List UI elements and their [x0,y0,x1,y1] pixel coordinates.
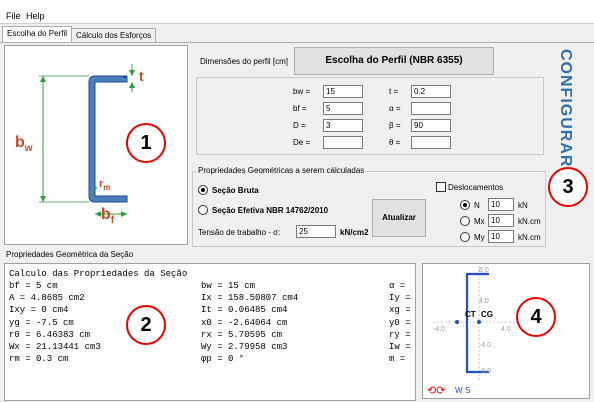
mx-input[interactable]: 10 [488,214,514,227]
mx-unit: kN.cm [518,217,541,226]
y-tick-1: 8.0 [479,267,489,274]
result-line: Iw = [389,342,411,353]
footer-s[interactable]: S [465,386,470,395]
theta-input[interactable] [411,136,451,149]
n-label: N [474,201,480,210]
label-alpha-field: α = [389,104,401,113]
y-tick-2: 4.0 [479,298,489,305]
label-bf: bf [101,206,115,227]
rotate-icon[interactable]: ⟲⟳ [427,384,445,397]
result-line: Wy = 2.79958 cm3 [201,342,288,353]
result-line: Ix = 158.50807 cm4 [201,293,299,304]
section-plot-panel: 8.0 4.0 -4.0 -8.0 -4.0 4.0 CT CG ⟲⟳ W S [422,263,590,399]
results-col-2: bw = 15 cm Ix = 158.50807 cm4 It = 0.06485… [201,280,298,365]
radio-my[interactable] [460,232,470,242]
radio-mx[interactable] [460,216,470,226]
result-line: y0 = [389,317,411,328]
result-line: xg = [389,305,411,316]
bf-input[interactable]: 5 [323,102,363,115]
tab-escolha-perfil[interactable]: Escolha do Perfil [2,26,73,42]
x-tick-2: 4.0 [501,326,511,333]
alpha-input[interactable] [411,102,451,115]
radio-secao-efetiva[interactable] [198,205,208,215]
secao-bruta-label: Seção Bruta [212,186,259,195]
result-line: bf = 5 cm [9,281,58,291]
dims-group: bw = 15 bf = 5 D = 3 De = t = 0.2 α = β … [196,77,544,155]
results-col-1: bf = 5 cm A = 4.8685 cm2 Ixy = 0 cm4 yg = -… [9,280,101,365]
menu-help[interactable]: Help [26,11,45,21]
result-line: x0 = -2.64064 cm [201,317,288,328]
results-col-3: α = Iy = xg = y0 = ry = Iw = m = [389,280,411,365]
atualizar-button[interactable]: Atualizar [372,199,426,237]
result-line: yg = -7.5 cm [9,317,74,328]
profile-title: Escolha do Perfil (NBR 6355) [294,47,494,75]
configurar-button[interactable]: CONFIGURAR [556,49,574,167]
y-tick-3: -4.0 [479,342,492,349]
result-line: rm = 0.3 cm [9,354,69,365]
menu-bar: File Help [0,0,594,24]
tab-bar: Escolha do Perfil Cálculo dos Esforços [0,26,594,42]
tensao-unit: kN/cm2 [340,228,369,237]
radio-secao-bruta[interactable] [198,185,208,195]
label-t-field: t = [389,87,399,96]
my-unit: kN.cm [518,233,541,242]
radio-n[interactable] [460,200,470,210]
result-line: A = 4.8685 cm2 [9,293,85,304]
deslocamentos-checkbox[interactable] [436,182,446,192]
geom-group-title: Propriedades Geométricas a serem cálcula… [196,166,367,175]
result-line: r0 = 6.46383 cm [9,329,91,340]
tensao-input[interactable]: 25 [296,225,336,238]
menu-file[interactable]: File [6,11,21,21]
label-bw-field: bw = [293,87,311,96]
callout-4: 4 [516,297,556,337]
callout-2: 2 [126,305,166,345]
result-line: m = [389,354,406,365]
y-tick-4: -8.0 [479,368,492,375]
callout-1: 1 [126,123,166,163]
my-label: My [474,233,485,242]
footer-w[interactable]: W [455,386,463,395]
results-text-area[interactable]: Calculo das Propriedades da Seção bf = 5… [4,263,416,401]
result-line: α = [389,281,406,291]
result-line: Iy = [389,293,411,304]
n-unit: kN [518,201,528,210]
label-bw: bw [15,134,33,155]
result-line: Wx = 21.13441 cm3 [9,342,101,353]
mx-label: Mx [474,217,485,226]
main-content: t bw rm bf 1 Dimensões do perfil [cm] Es… [0,42,594,401]
deslocamentos-label: Deslocamentos [448,183,504,192]
label-bf-field: bf = [293,104,307,113]
label-de-field: De = [293,138,311,147]
de-input[interactable] [323,136,363,149]
x-tick-1: -4.0 [433,326,446,333]
label-t: t [139,68,144,84]
secao-efetiva-label: Seção Efetiva NBR 14762/2010 [212,206,329,215]
bw-input[interactable]: 15 [323,85,363,98]
cg-label: CG [481,310,493,319]
result-line: Ixy = 0 cm4 [9,305,69,316]
callout-3: 3 [548,167,588,207]
tensao-label: Tensão de trabalho - σ: [198,228,281,237]
result-line: It = 0.06485 cm4 [201,305,288,316]
dims-caption: Dimensões do perfil [cm] [200,57,289,66]
result-line: φp = 0 ° [201,354,245,365]
result-line: bw = 15 cm [201,281,256,291]
label-d-field: D = [293,121,306,130]
beta-input[interactable]: 90 [411,119,451,132]
ct-label: CT [465,310,476,319]
label-theta-field: θ = [389,138,401,147]
result-line: rx = 5.70595 cm [201,329,283,340]
results-heading: Calculo das Propriedades da Seção [9,269,188,279]
my-input[interactable]: 10 [488,230,514,243]
n-input[interactable]: 10 [488,198,514,211]
tab-calculo-esforcos[interactable]: Cálculo dos Esforços [71,28,157,42]
t-input[interactable]: 0.2 [411,85,451,98]
label-beta-field: β = [389,121,401,130]
label-rm: rm [99,178,111,193]
results-group-title: Propriedades Geométrica da Seção [4,250,136,259]
d-input[interactable]: 3 [323,119,363,132]
result-line: ry = [389,329,411,340]
